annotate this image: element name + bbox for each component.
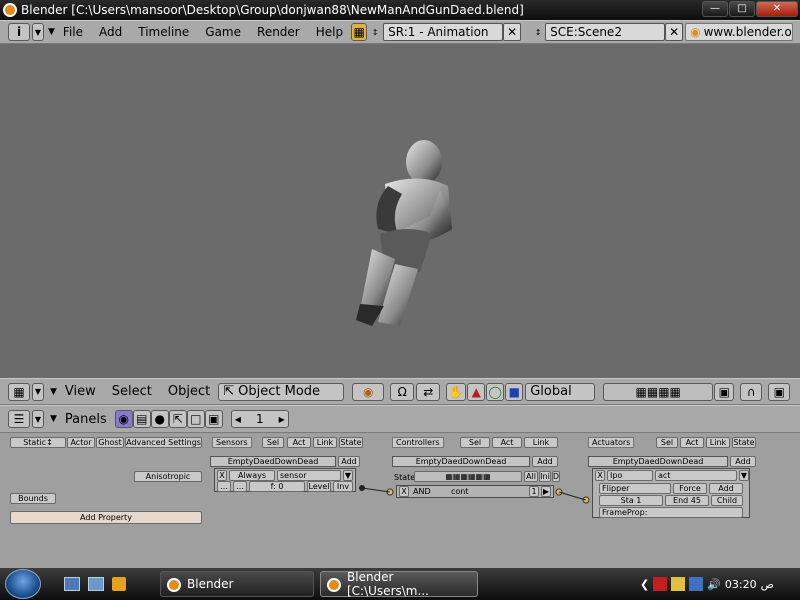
- folder-icon[interactable]: [671, 577, 686, 591]
- window-controls: — □ ✕: [702, 1, 798, 17]
- layers-swap-icon[interactable]: ⇄: [416, 382, 441, 401]
- editor-type-info-icon[interactable]: i: [8, 23, 30, 41]
- minimize-button[interactable]: —: [702, 1, 728, 17]
- screen-name-field[interactable]: SR:1 - Animation: [383, 23, 504, 41]
- editor-type-3dview-icon[interactable]: ▦: [8, 382, 30, 401]
- mode-select[interactable]: ⇱ Object Mode: [218, 382, 345, 401]
- editor-type-arrow-icon[interactable]: ▼: [32, 23, 44, 41]
- screen-arrows-icon[interactable]: ↕: [367, 28, 383, 37]
- tray-expand-icon[interactable]: ❮: [640, 578, 649, 591]
- object-context-icon[interactable]: ⇱: [168, 410, 187, 428]
- shading-context-icon[interactable]: ●: [150, 410, 169, 428]
- editor-type-arrow-icon[interactable]: ▼: [32, 382, 44, 401]
- menu-file[interactable]: File: [55, 25, 91, 39]
- menu-render[interactable]: Render: [249, 25, 308, 39]
- buttons-header: ☰ ▼ ▼ Panels ◉ ▤ ● ⇱ □ ▣ ◀ 1 ▶: [0, 405, 800, 433]
- info-header: i ▼ ▼ File Add Timeline Game Render Help…: [0, 20, 800, 44]
- script-context-icon[interactable]: ▤: [132, 410, 151, 428]
- taskbar-blender-1[interactable]: Blender: [160, 571, 314, 597]
- blender-task-icon: [327, 578, 341, 592]
- editor-type-buttons-icon[interactable]: ☰: [8, 410, 30, 428]
- media-player-icon[interactable]: [112, 577, 126, 591]
- menu-timeline[interactable]: Timeline: [130, 25, 197, 39]
- object-mode-icon: ⇱: [223, 384, 235, 399]
- menu-object[interactable]: Object: [160, 384, 218, 399]
- screen-delete-icon[interactable]: ✕: [503, 23, 522, 41]
- draw-type-select[interactable]: ◉: [352, 382, 385, 401]
- blender-task-icon: [167, 578, 181, 592]
- clock-time[interactable]: 03:20: [725, 578, 757, 591]
- window-title: Blender [C:\Users\mansoor\Desktop\Group\…: [21, 3, 524, 17]
- logic-links: [359, 485, 590, 504]
- scene-arrows-icon[interactable]: ↕: [531, 28, 545, 37]
- frame-increase-icon[interactable]: ▶: [279, 415, 285, 424]
- draw-type-icon: ◉: [362, 384, 374, 399]
- network-icon[interactable]: [689, 577, 704, 591]
- scene-delete-icon[interactable]: ✕: [665, 23, 684, 41]
- blender-app-icon: [3, 3, 17, 17]
- menu-view[interactable]: View: [57, 384, 104, 399]
- grab-hand-icon[interactable]: ✋: [446, 382, 467, 401]
- maximize-button[interactable]: □: [729, 1, 755, 17]
- render-camera-icon[interactable]: ▣: [768, 382, 791, 401]
- layer-buttons[interactable]: ▦▦▦▦: [603, 382, 714, 401]
- scene-context-icon[interactable]: ▣: [204, 410, 223, 428]
- collapse-arrow-icon[interactable]: ▼: [48, 27, 55, 37]
- logic-context-icon[interactable]: ◉: [114, 410, 133, 428]
- panels-label[interactable]: Panels: [57, 412, 115, 427]
- orientation-select[interactable]: Global: [525, 382, 596, 401]
- taskbar-blender-2[interactable]: Blender [C:\Users\m...: [320, 570, 478, 598]
- collapse-arrow-icon[interactable]: ▼: [50, 387, 57, 397]
- 3d-viewport[interactable]: [0, 44, 800, 378]
- switch-windows-icon[interactable]: [88, 577, 104, 591]
- magnet-icon[interactable]: ∩: [740, 382, 763, 401]
- character-model: [356, 140, 452, 326]
- show-desktop-icon[interactable]: [64, 577, 80, 591]
- editor-type-arrow-icon[interactable]: ▼: [32, 410, 44, 428]
- frame-number-field[interactable]: ◀ 1 ▶: [230, 410, 289, 428]
- volume-icon[interactable]: 🔊: [707, 578, 721, 591]
- 3d-view-header: ▦ ▼ ▼ View Select Object ⇱ Object Mode ◉ …: [0, 378, 800, 405]
- clock-ampm: ص: [760, 577, 774, 591]
- rotate-triangle-icon[interactable]: ▲: [467, 382, 486, 401]
- blender-logo-icon: ◉: [690, 25, 701, 39]
- menu-help[interactable]: Help: [308, 25, 351, 39]
- menu-select[interactable]: Select: [104, 384, 160, 399]
- window-titlebar: Blender [C:\Users\mansoor\Desktop\Group\…: [0, 0, 800, 20]
- close-button[interactable]: ✕: [756, 1, 798, 17]
- start-orb-icon[interactable]: [5, 569, 41, 599]
- editing-context-icon[interactable]: □: [186, 410, 205, 428]
- scale-circle-icon[interactable]: ◯: [486, 382, 505, 401]
- menu-add[interactable]: Add: [91, 25, 130, 39]
- collapse-arrow-icon[interactable]: ▼: [50, 414, 57, 424]
- layer-lock-icon[interactable]: ▣: [714, 382, 735, 401]
- security-icon[interactable]: [653, 577, 668, 591]
- scale-square-icon[interactable]: ■: [505, 382, 524, 401]
- frame-decrease-icon[interactable]: ◀: [235, 415, 241, 424]
- system-tray: ❮ 🔊 03:20 ص: [640, 571, 774, 597]
- windows-taskbar: Blender Blender [C:\Users\m... ❮ 🔊 03:20…: [0, 568, 800, 600]
- logic-buttons-area: Static ↕ Actor Ghost Advanced Settings An…: [0, 433, 800, 568]
- scene-name-field[interactable]: SCE:Scene2: [545, 23, 666, 41]
- screen-browse-icon[interactable]: ▦: [351, 23, 368, 41]
- menu-game[interactable]: Game: [197, 25, 249, 39]
- blender-org-link[interactable]: ◉www.blender.org: [685, 23, 794, 41]
- pivot-icon[interactable]: Ω: [390, 382, 415, 401]
